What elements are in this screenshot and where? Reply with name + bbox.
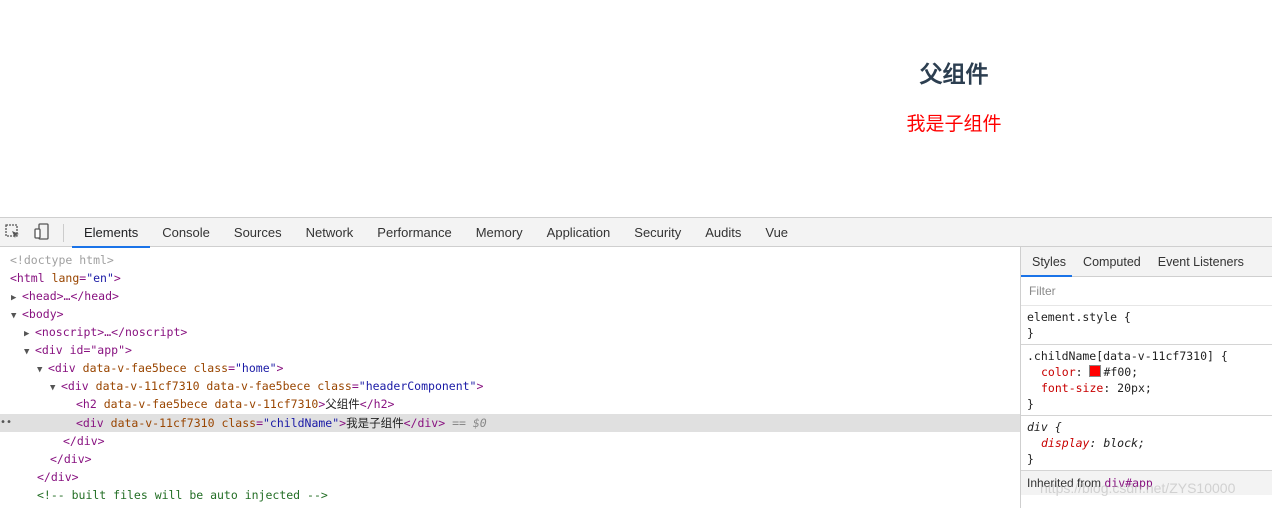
tab-application[interactable]: Application <box>535 218 623 248</box>
doctype-text: <!doctype html> <box>10 253 114 267</box>
display-prop-name: display <box>1041 436 1090 450</box>
h2-attrs: data-v-fae5bece data-v-11cf7310 <box>103 397 319 411</box>
dom-node-home[interactable]: ▼ <div data-v-fae5bece class="home"> <box>0 359 1020 377</box>
home-attrs: data-v-fae5bece <box>82 361 187 375</box>
div-useragent-rule[interactable]: div { display: block; } <box>1021 416 1272 471</box>
close-div-tag: </div> <box>37 470 79 484</box>
home-class-value: "home" <box>235 361 277 375</box>
parent-component-title: 父组件 <box>919 62 989 88</box>
devtools: Elements Console Sources Network Perform… <box>0 217 1272 508</box>
tab-security[interactable]: Security <box>622 218 693 248</box>
display-prop-value: block; <box>1103 436 1145 450</box>
styles-sidebar: Styles Computed Event Listeners Filter e… <box>1020 247 1272 508</box>
dom-node-head[interactable]: ▶ <head>…</head> <box>0 287 1020 305</box>
tab-vue[interactable]: Vue <box>753 218 800 248</box>
comment-text: <!-- built files will be auto injected -… <box>37 488 328 502</box>
tab-event-listeners[interactable]: Event Listeners <box>1147 247 1250 277</box>
tab-styles[interactable]: Styles <box>1021 247 1073 277</box>
close-div-tag: </div> <box>50 452 92 466</box>
div-selector: div { <box>1027 420 1062 434</box>
child-class-value: "childName" <box>263 416 340 430</box>
dom-node-h2[interactable]: <h2 data-v-fae5bece data-v-11cf7310>父组件<… <box>0 395 1020 413</box>
child-text: 我是子组件 <box>346 416 404 430</box>
header-class-value: "headerComponent" <box>358 379 477 393</box>
close-div-tag: </div> <box>63 434 105 448</box>
child-component-text: 我是子组件 <box>906 113 1002 135</box>
tab-sources[interactable]: Sources <box>222 218 294 248</box>
devtools-tabs: Elements Console Sources Network Perform… <box>72 218 800 248</box>
head-tag: <head>…</head> <box>22 289 119 303</box>
color-prop-value: #f00; <box>1103 365 1139 379</box>
element-style-rule[interactable]: element.style { } <box>1021 306 1272 345</box>
font-size-prop-value: 20px; <box>1117 381 1152 395</box>
tab-performance[interactable]: Performance <box>365 218 463 248</box>
dom-node-close-header[interactable]: </div> <box>0 432 1020 450</box>
childname-rule[interactable]: .childName[data-v-11cf7310] { color: #f0… <box>1021 345 1272 416</box>
header-attrs: data-v-11cf7310 data-v-fae5bece <box>95 379 311 393</box>
html-lang-attr: lang <box>51 271 80 285</box>
child-attrs: data-v-11cf7310 <box>110 416 215 430</box>
selected-marker: == $0 <box>452 416 487 430</box>
tab-network[interactable]: Network <box>294 218 366 248</box>
noscript-tag: <noscript>…</noscript> <box>35 325 188 339</box>
dom-node-close-home[interactable]: </div> <box>0 450 1020 468</box>
body-tag: <body> <box>22 307 64 321</box>
dom-node-noscript[interactable]: ▶ <noscript>…</noscript> <box>0 323 1020 341</box>
tab-computed[interactable]: Computed <box>1072 247 1147 277</box>
device-toolbar-icon[interactable] <box>33 223 51 241</box>
font-size-prop-name: font-size <box>1041 381 1104 395</box>
inspect-element-icon[interactable] <box>4 223 22 241</box>
dom-node-header-component[interactable]: ▼ <div data-v-11cf7310 data-v-fae5bece cl… <box>0 377 1020 395</box>
page-preview: 父组件 我是子组件 <box>0 0 1272 217</box>
styles-filter-input[interactable]: Filter <box>1021 277 1272 306</box>
dom-node-app[interactable]: ▼ <div id="app"> <box>0 341 1020 359</box>
rule-close-brace: } <box>1027 452 1034 466</box>
html-lang-value: "en" <box>86 271 114 285</box>
styles-sub-tabs: Styles Computed Event Listeners <box>1021 247 1272 277</box>
devtools-toolbar: Elements Console Sources Network Perform… <box>0 217 1272 248</box>
div-app-tag: <div id="app"> <box>35 343 132 357</box>
watermark-text: https://blog.csdn.net/ZYS10000 <box>1040 480 1236 496</box>
element-style-selector: element.style { <box>1027 310 1131 324</box>
tab-console[interactable]: Console <box>150 218 222 248</box>
dom-node-comment[interactable]: <!-- built files will be auto injected -… <box>0 486 1020 504</box>
color-prop-name: color <box>1041 365 1076 379</box>
dom-tree: <!doctype html> <html lang="en"> ▶ <head>… <box>0 247 1020 508</box>
display-declaration: display: block; <box>1041 436 1145 450</box>
tab-memory[interactable]: Memory <box>464 218 535 248</box>
font-size-declaration[interactable]: font-size: 20px; <box>1027 380 1266 396</box>
rule-close-brace: } <box>1027 326 1034 340</box>
dom-node-body[interactable]: ▼ <body> <box>0 305 1020 323</box>
childname-selector: .childName[data-v-11cf7310] { <box>1027 349 1228 363</box>
rule-close-brace: } <box>1027 397 1034 411</box>
dom-node-close-app[interactable]: </div> <box>0 468 1020 486</box>
more-options-icon[interactable]: •• <box>0 414 12 432</box>
toolbar-divider <box>63 224 64 242</box>
h2-text: 父组件 <box>325 397 360 411</box>
html-tag: <html <box>10 271 45 285</box>
dom-node-doctype[interactable]: <!doctype html> <box>0 251 1020 269</box>
dom-node-child-selected[interactable]: •• <div data-v-11cf7310 class="childName"… <box>0 414 1020 432</box>
color-declaration[interactable]: color: #f00; <box>1027 364 1266 380</box>
dom-node-html[interactable]: <html lang="en"> <box>0 269 1020 287</box>
tab-elements[interactable]: Elements <box>72 218 151 248</box>
tab-audits[interactable]: Audits <box>693 218 753 248</box>
color-swatch-icon[interactable] <box>1089 365 1102 377</box>
